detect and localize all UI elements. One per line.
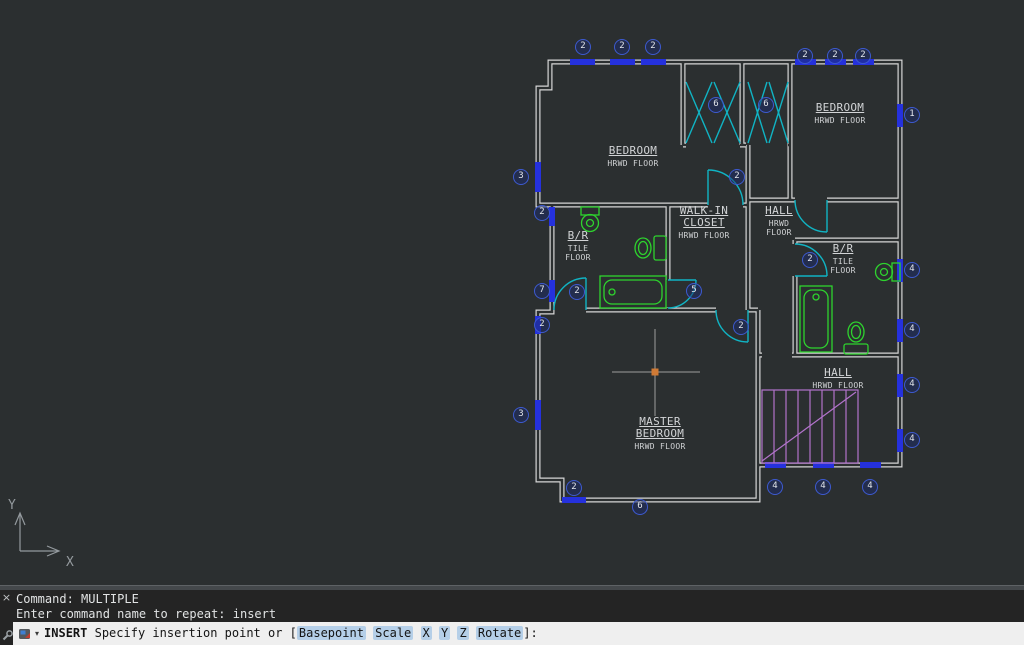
command-panel: × Command: MULTIPLE Enter command name t… [0,585,1024,645]
stairs-layer [762,390,858,463]
command-panel-rail: × [0,590,13,645]
command-options: Basepoint Scale X Y Z Rotate [297,622,523,645]
autocad-window: Y X BEDROOMHRWD FLOORBEDROOMHRWD FLOORWA… [0,0,1024,645]
command-option[interactable]: Z [457,626,468,640]
floor-plan-drawing[interactable]: Y X [0,0,1024,585]
command-option[interactable]: Rotate [476,626,523,640]
command-option[interactable]: Scale [373,626,413,640]
command-prompt-prefix: Specify insertion point or [ [87,622,297,645]
command-history-line: Enter command name to repeat: insert [16,607,1024,622]
command-input-line[interactable]: ▾ INSERT Specify insertion point or [ Ba… [13,622,1024,645]
command-prompt-suffix: ]: [523,622,537,645]
bathroom-fixtures-layer [581,207,900,354]
command-option[interactable]: X [421,626,432,640]
command-history-line: Command: MULTIPLE [16,592,1024,607]
model-space-canvas[interactable]: Y X BEDROOMHRWD FLOORBEDROOMHRWD FLOORWA… [0,0,1024,585]
ucs-y-label: Y [8,498,16,513]
active-command-name: INSERT [44,622,87,645]
chevron-down-icon[interactable]: ▾ [35,630,39,638]
ucs-icon: Y X [8,498,74,570]
crosshair-cursor [612,329,700,416]
ucs-x-label: X [66,555,74,570]
command-option[interactable]: Basepoint [297,626,366,640]
close-icon[interactable]: × [2,593,11,603]
wrench-icon[interactable] [1,629,13,641]
command-icon [18,627,32,641]
command-history: Command: MULTIPLE Enter command name to … [13,590,1024,622]
command-option[interactable]: Y [439,626,450,640]
doors-layer [554,82,827,342]
